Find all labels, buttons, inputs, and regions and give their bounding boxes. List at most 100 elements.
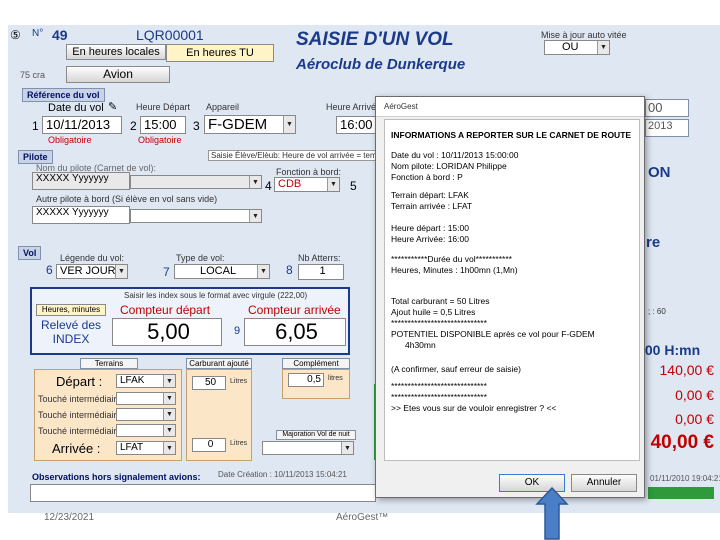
touche-2-select[interactable]: ▼	[116, 408, 176, 421]
chevron-down-icon[interactable]: ▼	[257, 265, 269, 278]
chevron-down-icon[interactable]: ▼	[249, 210, 261, 222]
right-hmm-text: ,00 H:mn	[641, 342, 701, 358]
chevron-down-icon[interactable]: ▼	[115, 265, 127, 278]
dialog-line: Fonction à bord : P	[391, 172, 463, 182]
compteur-depart-input[interactable]: 5,00	[112, 318, 222, 346]
att-input[interactable]: 1	[298, 264, 344, 280]
compteur-arrivee-label: Compteur arrivée	[248, 303, 341, 317]
legende-select[interactable]: VER JOUR ▼	[56, 264, 128, 279]
dialog-group-d: ***********Durée du vol*********** Heure…	[391, 254, 518, 276]
arrivee-input[interactable]: 16:00	[336, 116, 380, 134]
dialog-title: AéroGest	[384, 102, 418, 111]
num-1: 1	[32, 119, 39, 133]
heures-locales-button[interactable]: En heures locales	[66, 44, 166, 60]
heure-label: Heure Départ	[136, 102, 191, 112]
confirm-dialog: AéroGest INFORMATIONS A REPORTER SUR LE …	[375, 96, 645, 498]
carburant-input[interactable]: 50	[192, 376, 226, 390]
chevron-down-icon[interactable]: ▼	[163, 442, 175, 454]
page-subtitle: Aéroclub de Dunkerque	[296, 56, 466, 73]
chevron-down-icon[interactable]: ▼	[249, 176, 261, 188]
dialog-line: ***********Durée du vol***********	[391, 254, 512, 264]
chevron-down-icon[interactable]: ▼	[163, 409, 175, 420]
arrivee-terrain-value: LFAT	[120, 442, 144, 453]
chevron-down-icon[interactable]: ▼	[163, 393, 175, 404]
heures-minutes-button[interactable]: Heures, minutes	[36, 304, 106, 316]
dialog-line: Heures, Minutes : 1h00mn (1,Mn)	[391, 265, 518, 275]
date-input[interactable]: 10/11/2013	[42, 116, 122, 134]
dialog-line: Heure Arrivée: 16:00	[391, 234, 469, 244]
mise-select[interactable]: OU ▼	[544, 40, 610, 55]
appareil-label: Appareil	[206, 102, 240, 112]
dialog-line: Total carburant = 50 Litres	[391, 296, 490, 306]
page-title: SAISIE D'UN VOL	[296, 29, 454, 50]
touche-2-label: Touché intermédiaire:	[38, 410, 125, 420]
chevron-down-icon[interactable]: ▼	[283, 116, 295, 133]
chevron-down-icon[interactable]: ▼	[163, 375, 175, 387]
green-status-cell	[648, 487, 714, 499]
nom-field[interactable]: XXXXX Yyyyyyy	[32, 172, 130, 190]
majoration-select[interactable]: ▼	[262, 441, 354, 455]
dialog-line: Date du vol : 10/11/2013 15:00:00	[391, 150, 519, 160]
appareil-select[interactable]: F-GDEM ▼	[204, 115, 296, 134]
compteur-depart-label: Compteur départ	[120, 303, 211, 317]
nom-select[interactable]: ▼	[130, 175, 262, 189]
touche-1-label: Touché intermédiaire:	[38, 394, 125, 404]
chevron-down-icon[interactable]: ▼	[341, 442, 353, 454]
mise-label: Mise à jour auto vitée	[541, 30, 627, 40]
depart-select[interactable]: LFAK ▼	[116, 374, 176, 388]
heures-tu-button[interactable]: En heures TU	[166, 44, 274, 62]
date-label: Date du vol	[48, 102, 104, 114]
date-required: Obligatoire	[48, 135, 92, 145]
releve-label: Relevé des INDEX	[40, 318, 102, 346]
num-7: 7	[163, 265, 170, 279]
instr-field[interactable]: XXXXX Yyyyyyy	[32, 206, 130, 224]
right-date: 01/11/2010 19:04:21	[650, 474, 720, 483]
right-box-1: 00	[645, 99, 689, 117]
num-3: 3	[193, 119, 200, 133]
cancel-button[interactable]: Annuler	[571, 474, 637, 492]
dialog-line: 4h30mn	[405, 340, 436, 350]
right-on-text: ON	[648, 164, 671, 181]
touche-3-select[interactable]: ▼	[116, 424, 176, 437]
chevron-down-icon[interactable]: ▼	[597, 41, 609, 54]
num-5: 5	[350, 179, 357, 193]
instr-select[interactable]: ▼	[130, 209, 262, 223]
dialog-group-e: Total carburant = 50 Litres Ajout huile …	[391, 296, 595, 351]
section-vol: Vol	[18, 246, 42, 260]
obs-label: Observations hors signalement avions:	[32, 472, 201, 482]
dialog-line: *****************************	[391, 381, 487, 391]
touche-3-label: Touché intermédiaire:	[38, 426, 125, 436]
dialog-group-c: Heure départ : 15:00 Heure Arrivée: 16:0…	[391, 223, 469, 245]
type-select[interactable]: LOCAL ▼	[174, 264, 270, 279]
fonction-label: Fonction à bord:	[276, 167, 342, 177]
obs-input[interactable]	[30, 484, 376, 502]
dialog-line: Terrain arrivée : LFAT	[391, 201, 473, 211]
dialog-line: Nom pilote: LORIDAN Philippe	[391, 161, 507, 171]
carburant-unit: Litres	[230, 378, 248, 385]
pencil-icon[interactable]: ✎	[108, 100, 117, 113]
chevron-down-icon[interactable]: ▼	[327, 178, 339, 191]
date-creation: Date Création : 10/11/2013 15:04:21	[218, 470, 347, 479]
type-value: LOCAL	[200, 265, 237, 277]
side-text: 75 cra	[20, 70, 46, 80]
complement-header: Complément d'huile	[282, 358, 350, 377]
att-label: Nb Atterrs:	[298, 253, 341, 263]
compteur-arrivee-input[interactable]: 6,05	[244, 318, 346, 346]
heure-input[interactable]: 15:00	[140, 116, 186, 134]
avion-button[interactable]: Avion	[66, 66, 170, 83]
dialog-group-a: Date du vol : 10/11/2013 15:00:00 Nom pi…	[391, 150, 518, 183]
dialog-group-f: (A confirmer, sauf erreur de saisie) ***…	[391, 364, 556, 414]
arrivee-select[interactable]: LFAT ▼	[116, 441, 176, 455]
carburant-2-input[interactable]: 0	[192, 438, 226, 452]
touche-1-select[interactable]: ▼	[116, 392, 176, 405]
appareil-value: F-GDEM	[208, 116, 268, 133]
saisie-note: Saisie Élève/Elèub: Heure de vol arrivée…	[208, 150, 389, 161]
depart-value: LFAK	[120, 375, 145, 386]
dialog-line: POTENTIEL DISPONIBLE après ce vol pour F…	[391, 329, 595, 339]
huile-input[interactable]: 0,5	[288, 373, 324, 387]
price-3: 0,00 €	[675, 411, 714, 427]
fonction-select[interactable]: CDB ▼	[274, 177, 340, 192]
num-9: 9	[234, 325, 241, 337]
chevron-down-icon[interactable]: ▼	[163, 425, 175, 436]
huile-unit: litres	[328, 375, 343, 382]
